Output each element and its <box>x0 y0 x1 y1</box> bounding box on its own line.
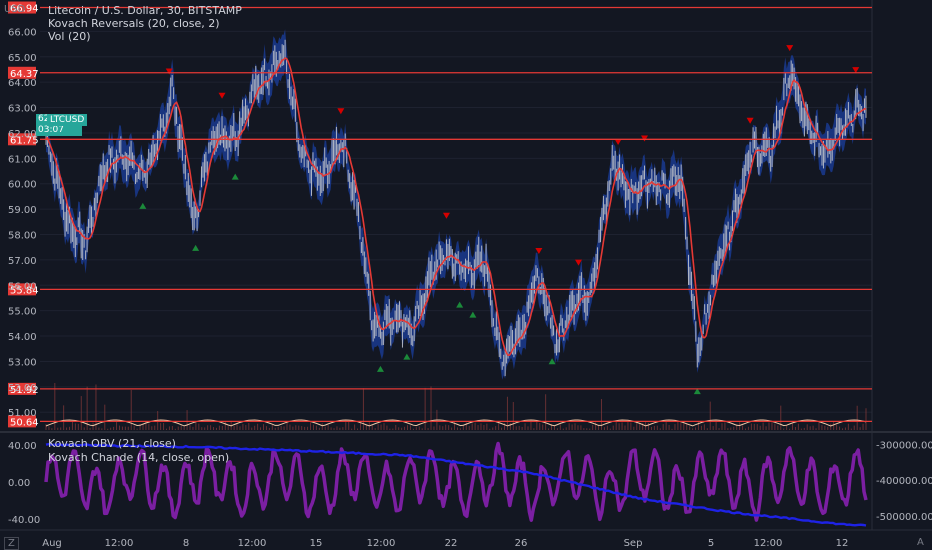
y-tick-label: 63.00 <box>8 104 37 115</box>
indicator-label-chande[interactable]: Kovach Chande (14, close, open) <box>48 451 229 464</box>
indicator-label-reversals[interactable]: Kovach Reversals (20, close, 2) <box>48 17 220 30</box>
x-tick-label: 26 <box>515 538 528 549</box>
x-tick-label: 12:00 <box>105 538 134 549</box>
y-tick-label: 56.00 <box>8 281 37 292</box>
obv-tick-label: -400000.00 <box>876 476 932 487</box>
y-tick-label: 62.00 <box>8 129 37 140</box>
last-price-countdown: 03:07 <box>38 125 64 135</box>
lower-y-tick-label: -40.00 <box>8 515 40 526</box>
x-tick-label: Aug <box>42 538 62 549</box>
y-tick-label: 58.00 <box>8 231 37 242</box>
symbol-tag: LTCUSD <box>47 114 88 126</box>
x-tick-label: 12:00 <box>238 538 267 549</box>
y-tick-label: 55.00 <box>8 307 37 318</box>
zoom-button[interactable]: Z <box>4 537 19 550</box>
obv-tick-label: -300000.00 <box>876 441 932 452</box>
x-tick-label: 8 <box>183 538 189 549</box>
y-tick-label: 53.00 <box>8 357 37 368</box>
y-tick-label: 61.00 <box>8 154 37 165</box>
indicator-label-obv[interactable]: Kovach OBV (21, close) <box>48 437 176 450</box>
lower-y-tick-label: 0.00 <box>8 478 30 489</box>
y-tick-label: 57.00 <box>8 256 37 267</box>
indicator-label-volume[interactable]: Vol (20) <box>48 30 91 43</box>
y-tick-label: 59.00 <box>8 205 37 216</box>
x-tick-label: 22 <box>445 538 458 549</box>
auto-scale-button[interactable]: A <box>917 537 924 548</box>
lower-y-tick-label: 40.00 <box>8 441 37 452</box>
chart-title: Litecoin / U.S. Dollar, 30, BITSTAMP <box>48 4 242 17</box>
x-tick-label: 5 <box>708 538 714 549</box>
y-tick-label: 52.00 <box>8 383 37 394</box>
y-tick-label: 54.00 <box>8 332 37 343</box>
x-tick-label: 12:00 <box>754 538 783 549</box>
x-tick-label: 15 <box>310 538 323 549</box>
y-tick-label: 64.00 <box>8 78 37 89</box>
y-tick-label: 60.00 <box>8 180 37 191</box>
obv-tick-label: -500000.00 <box>876 512 932 523</box>
y-tick-label: 66.00 <box>8 27 37 38</box>
trading-chart[interactable]: 66.9464.3761.7555.8451.9250.6466.0065.00… <box>0 0 932 550</box>
x-tick-label: Sep <box>624 538 643 549</box>
axis-unit-label: USD <box>4 4 26 15</box>
y-tick-label: 65.00 <box>8 53 37 64</box>
x-tick-label: 12:00 <box>367 538 396 549</box>
y-tick-label: 51.00 <box>8 408 37 419</box>
x-tick-label: 12 <box>836 538 849 549</box>
